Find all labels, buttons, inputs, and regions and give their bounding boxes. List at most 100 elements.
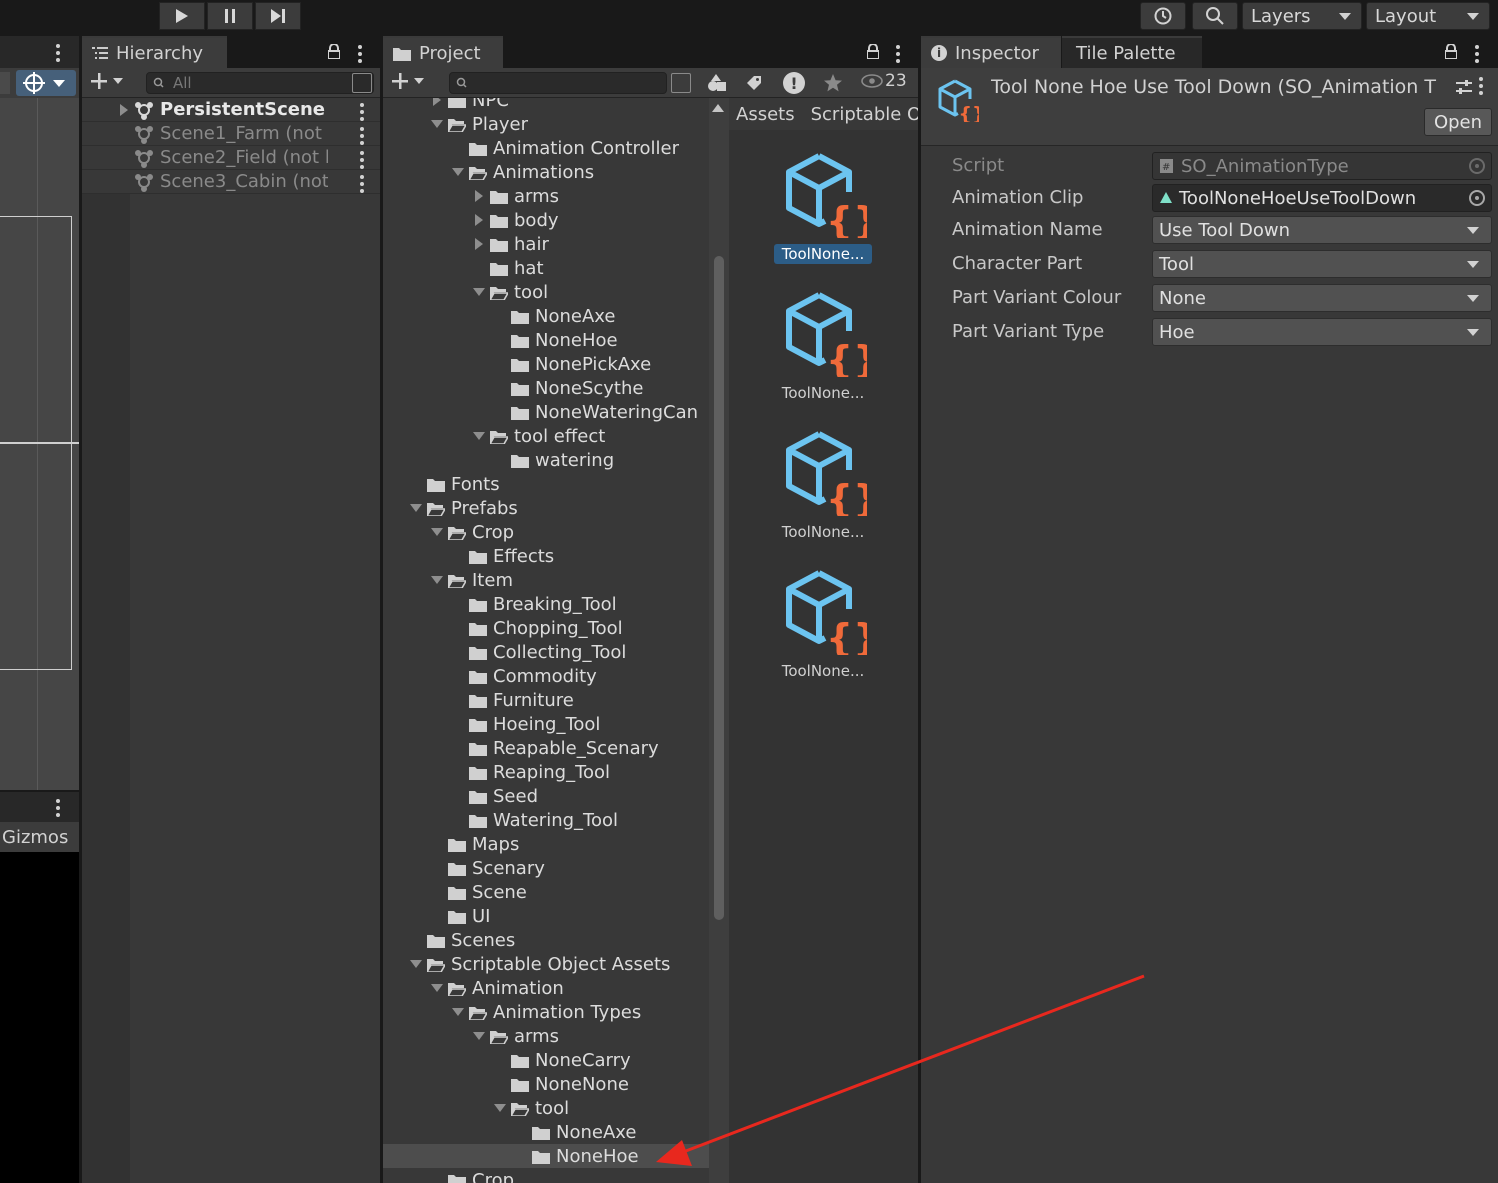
folder-row[interactable]: UI bbox=[383, 904, 709, 928]
folder-row[interactable]: tool effect bbox=[383, 424, 709, 448]
more-options-icon[interactable] bbox=[360, 175, 364, 193]
folder-row[interactable]: NPC bbox=[383, 98, 709, 112]
folder-row[interactable]: watering bbox=[383, 448, 709, 472]
type-filter-icon[interactable] bbox=[707, 74, 727, 92]
collapse-arrow-icon[interactable] bbox=[431, 528, 443, 536]
collapse-arrow-icon[interactable] bbox=[473, 432, 485, 440]
folder-row[interactable]: Collecting_Tool bbox=[383, 640, 709, 664]
tab-tile-palette[interactable]: Tile Palette bbox=[1062, 36, 1202, 68]
expand-arrow-icon[interactable] bbox=[433, 98, 441, 106]
folder-row[interactable]: Watering_Tool bbox=[383, 808, 709, 832]
lock-icon[interactable] bbox=[328, 44, 340, 59]
label-filter-icon[interactable] bbox=[745, 74, 763, 92]
folder-row[interactable]: Commodity bbox=[383, 664, 709, 688]
folder-row[interactable]: Reapable_Scenary bbox=[383, 736, 709, 760]
hidden-packages-toggle[interactable]: 23 bbox=[861, 71, 907, 91]
asset-item[interactable]: {} ToolNone... bbox=[763, 289, 883, 403]
create-button[interactable] bbox=[90, 72, 123, 90]
gizmo-orientation-button[interactable] bbox=[16, 70, 76, 96]
folder-row[interactable]: Chopping_Tool bbox=[383, 616, 709, 640]
tab-inspector[interactable]: i Inspector bbox=[921, 36, 1061, 68]
more-options-icon[interactable] bbox=[1475, 45, 1479, 63]
asset-item[interactable]: {} ToolNone... bbox=[763, 428, 883, 542]
folder-row[interactable]: Prefabs bbox=[383, 496, 709, 520]
folder-row[interactable]: Scene bbox=[383, 880, 709, 904]
more-options-icon[interactable] bbox=[358, 45, 362, 63]
part-variant-colour-dropdown[interactable]: None bbox=[1152, 284, 1492, 312]
tab-project[interactable]: Project bbox=[383, 36, 503, 68]
search-mode-button[interactable] bbox=[671, 73, 691, 93]
play-button[interactable] bbox=[159, 2, 205, 30]
folder-row[interactable]: NoneWateringCan bbox=[383, 400, 709, 424]
more-options-icon[interactable] bbox=[1479, 77, 1483, 95]
layers-dropdown[interactable]: Layers bbox=[1242, 2, 1362, 30]
hierarchy-row[interactable]: Scene3_Cabin (not bbox=[82, 170, 380, 194]
gizmos-button[interactable]: Gizmos bbox=[0, 822, 79, 852]
scrollbar-thumb[interactable] bbox=[714, 256, 724, 920]
folder-row[interactable]: Crop bbox=[383, 520, 709, 544]
more-options-icon[interactable] bbox=[896, 45, 900, 63]
collapse-arrow-icon[interactable] bbox=[473, 1032, 485, 1040]
hierarchy-row[interactable]: Scene1_Farm (not l bbox=[82, 122, 380, 146]
star-icon[interactable] bbox=[823, 73, 843, 93]
collapse-arrow-icon[interactable] bbox=[431, 984, 443, 992]
hierarchy-row[interactable]: Scene2_Field (not l bbox=[82, 146, 380, 170]
step-button[interactable] bbox=[255, 2, 301, 30]
more-options-icon[interactable] bbox=[360, 103, 364, 121]
folder-row[interactable]: Animations bbox=[383, 160, 709, 184]
collapse-arrow-icon[interactable] bbox=[473, 288, 485, 296]
asset-item[interactable]: {} ToolNone... bbox=[763, 150, 883, 264]
folder-row[interactable]: Reaping_Tool bbox=[383, 760, 709, 784]
expand-arrow-icon[interactable] bbox=[475, 190, 483, 202]
folder-row[interactable]: Player bbox=[383, 112, 709, 136]
more-options-icon[interactable] bbox=[360, 151, 364, 169]
breadcrumb-assets[interactable]: Assets bbox=[736, 104, 795, 125]
part-variant-type-dropdown[interactable]: Hoe bbox=[1152, 318, 1492, 346]
folder-row[interactable]: hat bbox=[383, 256, 709, 280]
lock-icon[interactable] bbox=[1445, 44, 1457, 59]
expand-arrow-icon[interactable] bbox=[120, 103, 128, 116]
object-picker-icon[interactable] bbox=[1469, 190, 1485, 206]
asset-item[interactable]: {} ToolNone... bbox=[763, 567, 883, 681]
collapse-arrow-icon[interactable] bbox=[452, 168, 464, 176]
scene-view[interactable] bbox=[0, 98, 79, 790]
folder-row[interactable]: NoneScythe bbox=[383, 376, 709, 400]
folder-row[interactable]: Animation Controller bbox=[383, 136, 709, 160]
character-part-dropdown[interactable]: Tool bbox=[1152, 250, 1492, 278]
layout-dropdown[interactable]: Layout bbox=[1366, 2, 1490, 30]
breadcrumb-scriptable[interactable]: Scriptable O bbox=[811, 104, 918, 125]
collapse-arrow-icon[interactable] bbox=[431, 120, 443, 128]
folder-row[interactable]: arms bbox=[383, 184, 709, 208]
folder-row[interactable]: Item bbox=[383, 568, 709, 592]
folder-row[interactable]: Effects bbox=[383, 544, 709, 568]
collapse-arrow-icon[interactable] bbox=[410, 960, 422, 968]
folder-row[interactable]: body bbox=[383, 208, 709, 232]
folder-row[interactable]: Crop bbox=[383, 1168, 709, 1183]
hierarchy-row[interactable]: PersistentScene bbox=[82, 98, 380, 122]
expand-arrow-icon[interactable] bbox=[475, 238, 483, 250]
folder-row[interactable]: hair bbox=[383, 232, 709, 256]
more-options-icon[interactable] bbox=[56, 44, 60, 62]
hierarchy-search-input[interactable]: All bbox=[146, 72, 374, 94]
animation-name-dropdown[interactable]: Use Tool Down bbox=[1152, 216, 1492, 244]
settings-sliders-icon[interactable] bbox=[1455, 78, 1473, 96]
folder-row[interactable]: NonePickAxe bbox=[383, 352, 709, 376]
folder-row[interactable]: Maps bbox=[383, 832, 709, 856]
folder-row[interactable]: Furniture bbox=[383, 688, 709, 712]
folder-row[interactable]: tool bbox=[383, 280, 709, 304]
pause-button[interactable] bbox=[207, 2, 253, 30]
create-asset-button[interactable] bbox=[391, 72, 424, 90]
warning-icon[interactable]: ! bbox=[783, 72, 805, 94]
expand-arrow-icon[interactable] bbox=[475, 214, 483, 226]
collapse-arrow-icon[interactable] bbox=[452, 1008, 464, 1016]
more-options-icon[interactable] bbox=[360, 127, 364, 145]
folder-row[interactable]: Fonts bbox=[383, 472, 709, 496]
folder-row[interactable]: Seed bbox=[383, 784, 709, 808]
animation-clip-field[interactable]: ToolNoneHoeUseToolDown bbox=[1152, 184, 1492, 212]
lock-icon[interactable] bbox=[867, 44, 879, 59]
more-options-icon[interactable] bbox=[56, 799, 60, 817]
collapse-arrow-icon[interactable] bbox=[410, 504, 422, 512]
folder-row[interactable]: Scenes bbox=[383, 928, 709, 952]
project-search-input[interactable] bbox=[449, 72, 667, 94]
scene-visibility-toggle[interactable] bbox=[352, 73, 372, 93]
